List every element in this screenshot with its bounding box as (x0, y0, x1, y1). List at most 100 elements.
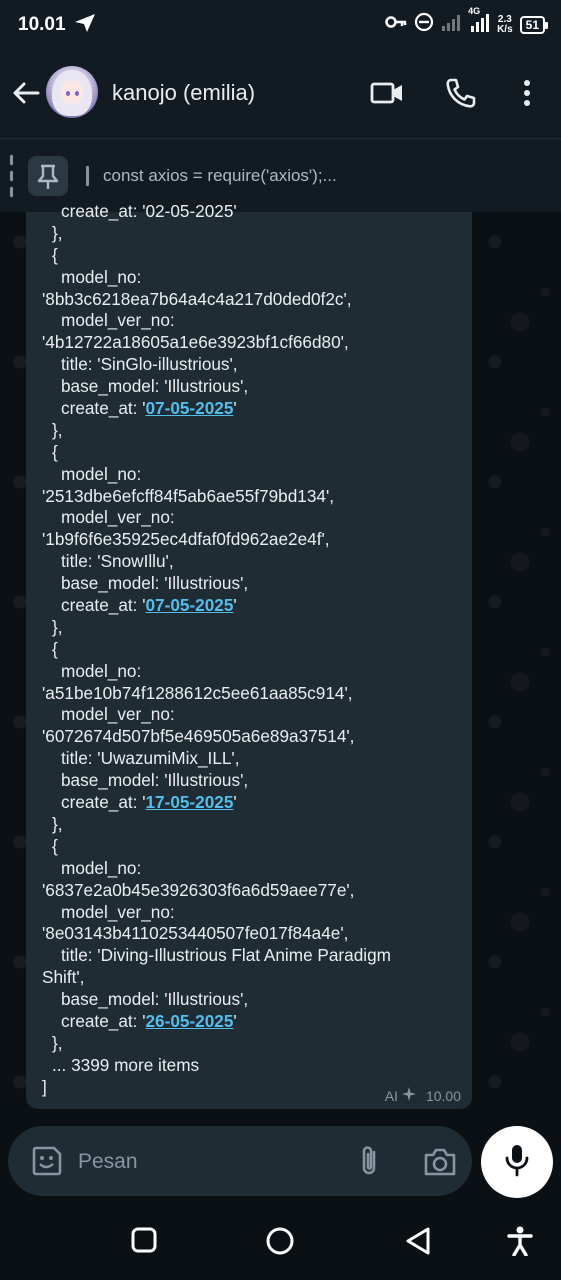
code-line: '6837e2a0b45e3926303f6a6d59aee77e', (42, 880, 462, 902)
code-line: '8bb3c6218ea7b64a4c4a217d0ded0f2c', (42, 289, 462, 311)
date-link[interactable]: 07-05-2025 (146, 595, 234, 615)
code-text: title: 'SnowIllu', (61, 551, 174, 572)
contact-name[interactable]: kanojo (emilia) (112, 80, 255, 106)
code-line: }, (42, 223, 462, 245)
code-line: model_ver_no: (42, 310, 462, 332)
chat-header: kanojo (emilia) (0, 50, 561, 138)
code-line: { (42, 639, 462, 661)
network-type: 4G (468, 6, 481, 16)
code-text: '6072674d507bf5e469505a6e89a37514', (42, 726, 355, 747)
code-line: { (42, 245, 462, 267)
camera-icon[interactable] (422, 1146, 458, 1183)
date-link[interactable]: 07-05-2025 (146, 398, 234, 418)
code-text: create_at: ' (61, 398, 146, 419)
code-line: model_no: (42, 464, 462, 486)
code-text: base_model: 'Illustrious', (61, 770, 249, 791)
code-text: create_at: ' (61, 792, 146, 813)
code-line: '4b12722a18605a1e6e3923bf1cf66d80', (42, 332, 462, 354)
status-time: 10.01 (18, 14, 66, 35)
code-text: { (52, 638, 58, 659)
code-text-after: ' (233, 595, 237, 616)
pin-indicator (10, 155, 13, 197)
code-line: title: 'SinGlo-illustrious', (42, 354, 462, 376)
code-line: model_ver_no: (42, 902, 462, 924)
signal-4g-icon: 4G (468, 6, 490, 37)
status-indicators: 4G 2.3 K/s 51 (385, 6, 549, 37)
code-text-after: ' (233, 792, 237, 813)
system-nav-bar (0, 1200, 561, 1280)
code-text: model_ver_no: (61, 704, 175, 725)
net-speed-unit: K/s (497, 23, 513, 35)
accessibility-icon[interactable] (506, 1226, 534, 1261)
code-line: base_model: 'Illustrious', (42, 376, 462, 398)
ai-label: AI (384, 1087, 398, 1104)
code-line: '1b9f6f6e35925ec4dfaf0fd962ae2e4f', (42, 529, 462, 551)
code-line: }, (42, 420, 462, 442)
code-line: '6072674d507bf5e469505a6e89a37514', (42, 726, 462, 748)
more-vert-icon[interactable] (515, 76, 539, 115)
code-line: model_no: (42, 858, 462, 880)
composer-pill (8, 1126, 472, 1196)
video-call-icon[interactable] (370, 76, 404, 115)
code-text: model_no: (61, 463, 142, 484)
message-time: 10.00 (425, 1087, 461, 1104)
nav-home-icon[interactable] (265, 1226, 295, 1261)
code-line: create_at: '07-05-2025' (42, 398, 462, 420)
avatar[interactable] (46, 66, 98, 118)
nav-back-icon[interactable] (404, 1226, 432, 1261)
code-text: { (52, 244, 58, 265)
pinned-preview[interactable]: const axios = require('axios');... (103, 166, 337, 186)
code-text: '8e03143b4110253440507fe017f84a4e', (42, 923, 349, 944)
code-text: create_at: '02-05-2025' (61, 201, 237, 221)
code-text-after: ' (233, 1010, 237, 1031)
code-line: title: 'Diving-Illustrious Flat Anime Pa… (42, 945, 462, 967)
code-line: create_at: '26-05-2025' (42, 1011, 462, 1033)
code-text: }, (52, 616, 63, 637)
pin-icon[interactable] (28, 156, 68, 196)
pin-separator (86, 166, 89, 186)
code-line: base_model: 'Illustrious', (42, 989, 462, 1011)
code-text: '6837e2a0b45e3926303f6a6d59aee77e', (42, 879, 355, 900)
bird-icon (73, 12, 97, 39)
code-text: model_ver_no: (61, 310, 175, 331)
code-text: create_at: ' (61, 595, 146, 616)
code-text: Shift', (42, 967, 85, 988)
message-input[interactable] (76, 1142, 340, 1182)
attach-icon[interactable] (354, 1144, 384, 1183)
code-line: model_no: (42, 267, 462, 289)
code-line: title: 'SnowIllu', (42, 551, 462, 573)
sticker-icon[interactable] (30, 1144, 64, 1183)
code-text: ... 3399 more items (52, 1054, 200, 1075)
code-text: '1b9f6f6e35925ec4dfaf0fd962ae2e4f', (42, 529, 330, 550)
net-speed-value: 2.3 (497, 13, 512, 25)
code-text: }, (52, 1032, 63, 1053)
phone-icon[interactable] (444, 76, 478, 115)
ai-sparkle-icon (401, 1087, 416, 1104)
code-text: ] (42, 1076, 47, 1097)
code-line: '2513dbe6efcff84f5ab6ae55f79bd134', (42, 486, 462, 508)
signal-weak-icon (441, 13, 461, 36)
code-text: '8bb3c6218ea7b64a4c4a217d0ded0f2c', (42, 288, 352, 309)
mic-button[interactable] (481, 1126, 553, 1198)
net-speed: 2.3 K/s (497, 13, 513, 35)
code-text: title: 'UwazumiMix_ILL', (61, 748, 240, 769)
code-line: base_model: 'Illustrious', (42, 770, 462, 792)
code-text: 'a51be10b74f1288612c5ee61aa85c914', (42, 682, 353, 703)
code-text: model_ver_no: (61, 901, 175, 922)
back-arrow-icon[interactable] (10, 77, 42, 109)
code-line: Shift', (42, 967, 462, 989)
message-text: create_at: '02-05-2025'},{model_no: '8bb3… (42, 201, 462, 1099)
nav-recents-icon[interactable] (130, 1226, 158, 1259)
code-line: base_model: 'Illustrious', (42, 573, 462, 595)
code-text: }, (52, 419, 63, 440)
code-text-after: ' (233, 398, 237, 419)
date-link[interactable]: 17-05-2025 (146, 792, 234, 812)
code-text: title: 'SinGlo-illustrious', (61, 354, 238, 375)
code-text: }, (52, 222, 63, 243)
dnd-icon (414, 12, 434, 37)
code-line: title: 'UwazumiMix_ILL', (42, 748, 462, 770)
code-line: model_no: (42, 661, 462, 683)
code-line: model_ver_no: (42, 704, 462, 726)
date-link[interactable]: 26-05-2025 (146, 1011, 234, 1031)
code-text: base_model: 'Illustrious', (61, 989, 249, 1010)
